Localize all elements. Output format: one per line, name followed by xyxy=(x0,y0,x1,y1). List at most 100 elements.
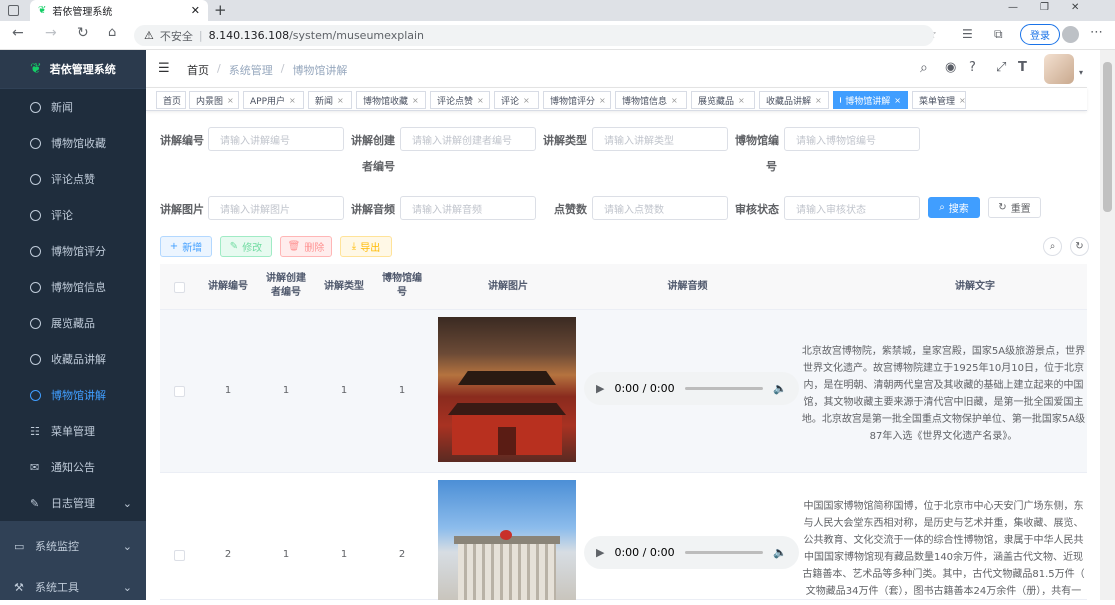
tag-close-icon[interactable]: × xyxy=(523,96,530,105)
caret-down-icon[interactable]: ▾ xyxy=(1079,68,1083,77)
cell-explain-type: 1 xyxy=(340,549,348,560)
cell-creator-id: 1 xyxy=(282,549,290,560)
explain-image-input[interactable]: 请输入讲解图片 xyxy=(208,196,344,220)
creator-id-input[interactable]: 请输入讲解创建者编号 xyxy=(400,127,536,151)
add-button[interactable]: + 新增 xyxy=(160,236,212,257)
back-icon[interactable]: ← xyxy=(12,25,24,41)
sidebar-item-9[interactable]: ☷ 菜单管理 xyxy=(0,413,146,449)
audio-progress[interactable] xyxy=(684,387,764,390)
tab-tag-4[interactable]: 博物馆收藏 × xyxy=(356,91,426,109)
help-icon[interactable]: ? xyxy=(969,60,976,75)
hamburger-icon[interactable]: ☰ xyxy=(158,61,170,76)
browser-tab-active[interactable]: ❦ 若依管理系统 ✕ xyxy=(30,0,208,21)
tab-tag-3[interactable]: 新闻 × xyxy=(308,91,352,109)
tab-tag-7[interactable]: 博物馆评分 × xyxy=(543,91,611,109)
window-controls[interactable]: —❐✕ xyxy=(1008,2,1101,13)
national-museum-image[interactable] xyxy=(438,480,576,600)
explain-id-input[interactable]: 请输入讲解编号 xyxy=(208,127,344,151)
sidebar-item-5[interactable]: 博物馆信息 xyxy=(0,269,146,305)
browser-login-button[interactable]: 登录 xyxy=(1020,24,1060,45)
tag-close-icon[interactable]: × xyxy=(477,96,484,105)
sidebar-logo[interactable]: ❦ 若依管理系统 xyxy=(0,50,146,88)
volume-icon[interactable]: 🔈 xyxy=(773,546,787,559)
like-count-input[interactable]: 请输入点赞数 xyxy=(592,196,728,220)
audit-status-input[interactable]: 请输入审核状态 xyxy=(784,196,920,220)
tag-close-icon[interactable]: × xyxy=(894,96,901,105)
forward-icon[interactable]: → xyxy=(45,25,57,41)
sidebar-item-2[interactable]: 评论点赞 xyxy=(0,161,146,197)
explain-audio-input[interactable]: 请输入讲解音频 xyxy=(400,196,536,220)
refresh-table-icon[interactable]: ↻ xyxy=(1070,237,1089,256)
tab-close-icon[interactable]: ✕ xyxy=(191,4,200,17)
sidebar-item-3[interactable]: 评论 xyxy=(0,197,146,233)
table-row[interactable]: 2 1 1 2 ▶ 0:00 / 0:00 🔈 中国国家博物馆简称国博，位于北京… xyxy=(160,473,1087,600)
sidebar-item-0[interactable]: 新闻 xyxy=(0,89,146,125)
sidebar-item-12[interactable]: ▭ 系统监控 ⌄ xyxy=(0,528,146,564)
search-icon[interactable]: ⌕ xyxy=(920,60,928,76)
audio-progress[interactable] xyxy=(684,551,764,554)
tag-close-icon[interactable]: × xyxy=(815,96,822,105)
text-line: 87年入选《世界文化遗产名录》。 xyxy=(869,431,1018,442)
tag-close-icon[interactable]: × xyxy=(599,96,606,105)
tab-actions-icon[interactable] xyxy=(8,5,19,16)
tab-tag-6[interactable]: 评论 × xyxy=(494,91,539,109)
select-all-checkbox[interactable] xyxy=(174,282,185,293)
tab-tag-10[interactable]: 收藏品讲解 × xyxy=(759,91,829,109)
new-tab-icon[interactable]: + xyxy=(214,1,227,19)
tab-tag-12[interactable]: 菜单管理 × xyxy=(912,91,966,109)
edit-button[interactable]: ✎ 修改 xyxy=(220,236,272,257)
reload-icon[interactable]: ↻ xyxy=(77,25,89,41)
browser-menu-icon[interactable]: ⋯ xyxy=(1090,25,1103,40)
audio-player[interactable]: ▶ 0:00 / 0:00 🔈 xyxy=(584,372,799,405)
tab-tag-5[interactable]: 评论点赞 × xyxy=(430,91,490,109)
github-icon[interactable]: ◉ xyxy=(945,60,956,75)
export-button[interactable]: ⤓ 导出 xyxy=(340,236,392,257)
profile-avatar-icon[interactable] xyxy=(1062,26,1079,43)
sidebar-item-4[interactable]: 博物馆评分 xyxy=(0,233,146,269)
collections-icon[interactable]: ⧉ xyxy=(994,27,1003,42)
font-size-icon[interactable]: T xyxy=(1018,60,1027,75)
tab-tag-1[interactable]: 内景图 × xyxy=(189,91,239,109)
table-header: 讲解编号 讲解创建 者编号 讲解类型 博物馆编号 讲解图片 讲解音频 讲解文字 xyxy=(160,264,1087,310)
tab-tag-11[interactable]: 博物馆讲解 × xyxy=(833,91,908,109)
sidebar-item-7[interactable]: 收藏品讲解 xyxy=(0,341,146,377)
breadcrumb: 首页 / 系统管理 / 博物馆讲解 xyxy=(187,62,347,78)
url-bar[interactable]: ⚠ 不安全 | 8.140.136.108/system/museumexpla… xyxy=(134,25,934,46)
sidebar-item-10[interactable]: ✉ 通知公告 xyxy=(0,449,146,485)
tag-close-icon[interactable]: × xyxy=(227,96,234,105)
tag-close-icon[interactable]: × xyxy=(738,96,745,105)
reset-button[interactable]: ↻ 重置 xyxy=(988,197,1041,218)
page-scrollbar-thumb[interactable] xyxy=(1103,62,1112,212)
favorites-list-icon[interactable]: ☰ xyxy=(962,27,973,41)
tab-tag-2[interactable]: APP用户 × xyxy=(243,91,304,109)
home-icon[interactable]: ⌂ xyxy=(108,25,116,40)
tab-tag-9[interactable]: 展览藏品 × xyxy=(691,91,755,109)
fullscreen-icon[interactable]: ⤢ xyxy=(996,60,1006,75)
tag-close-icon[interactable]: × xyxy=(959,96,966,105)
sidebar-item-8[interactable]: 博物馆讲解 xyxy=(0,377,146,413)
tag-close-icon[interactable]: × xyxy=(289,96,296,105)
tag-close-icon[interactable]: × xyxy=(337,96,344,105)
tab-tag-8[interactable]: 博物馆信息 × xyxy=(615,91,687,109)
sidebar-item-11[interactable]: ✎ 日志管理 ⌄ xyxy=(0,485,146,521)
explain-type-input[interactable]: 请输入讲解类型 xyxy=(592,127,728,151)
sidebar-item-6[interactable]: 展览藏品 xyxy=(0,305,146,341)
user-avatar[interactable] xyxy=(1044,54,1074,84)
sidebar-item-1[interactable]: 博物馆收藏 xyxy=(0,125,146,161)
delete-button[interactable]: 🗑 删除 xyxy=(280,236,332,257)
row-checkbox[interactable] xyxy=(174,386,185,397)
breadcrumb-home[interactable]: 首页 xyxy=(187,62,209,78)
play-icon[interactable]: ▶ xyxy=(596,546,604,559)
search-button[interactable]: ⌕ 搜索 xyxy=(928,197,980,218)
tag-close-icon[interactable]: × xyxy=(412,96,419,105)
palace-museum-image[interactable] xyxy=(438,317,576,462)
museum-id-input[interactable]: 请输入博物馆编号 xyxy=(784,127,920,151)
row-checkbox[interactable] xyxy=(174,550,185,561)
table-row[interactable]: 1 1 1 1 ▶ 0:00 / 0:00 🔈 北京故宫博物院，紫禁城，皇家宫殿… xyxy=(160,310,1087,473)
audio-player[interactable]: ▶ 0:00 / 0:00 🔈 xyxy=(584,536,799,569)
volume-icon[interactable]: 🔈 xyxy=(773,382,787,395)
toggle-search-icon[interactable]: ⌕ xyxy=(1043,237,1062,256)
tab-tag-0[interactable]: 首页 xyxy=(156,91,186,109)
play-icon[interactable]: ▶ xyxy=(596,382,604,395)
tag-close-icon[interactable]: × xyxy=(671,96,678,105)
